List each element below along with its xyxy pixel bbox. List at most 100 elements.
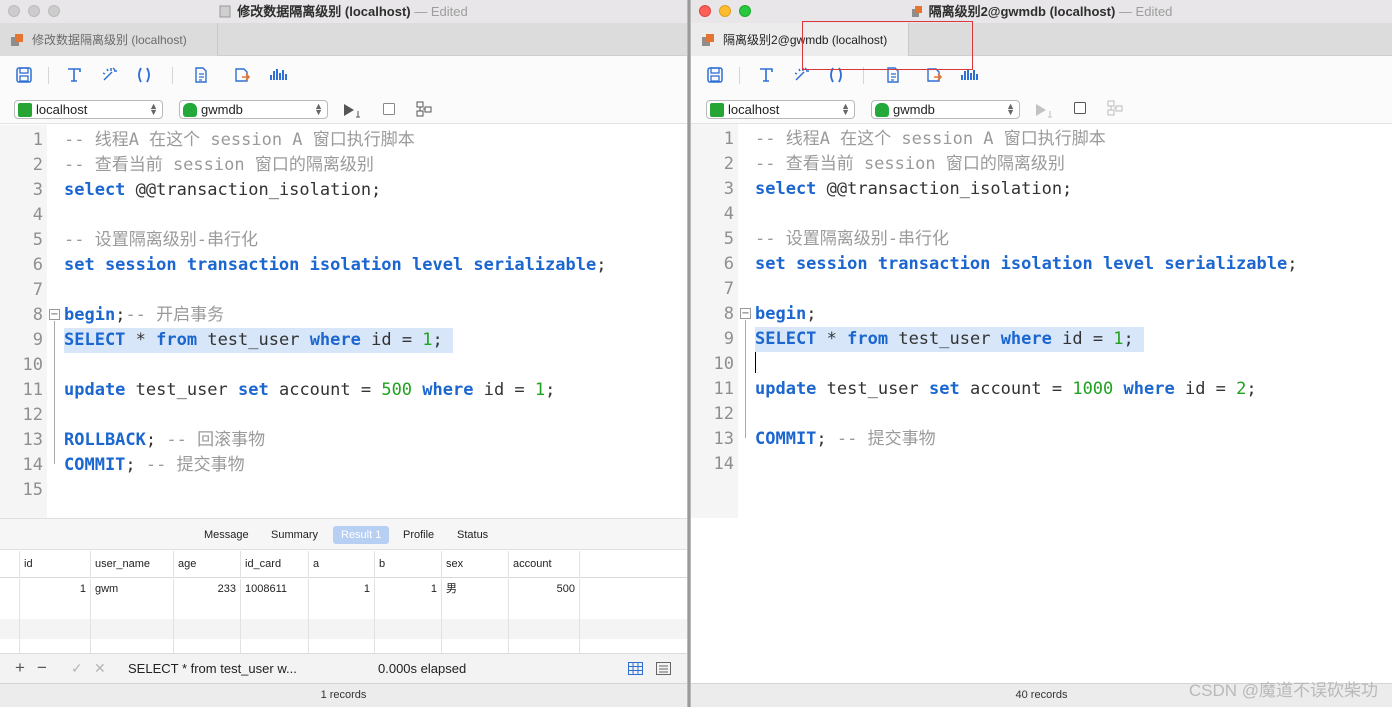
column-header-b[interactable]: b [375, 551, 442, 577]
beautify-wand-icon[interactable] [100, 66, 118, 84]
column-header-age[interactable]: age [174, 551, 241, 577]
save-icon[interactable] [15, 66, 33, 84]
parentheses-icon[interactable] [135, 66, 153, 84]
code-token: ; [145, 430, 167, 450]
line-number: 1 [723, 129, 734, 149]
stop-icon[interactable] [383, 103, 395, 115]
save-icon[interactable] [706, 66, 724, 84]
code-line[interactable]: 9 SELECT * from test_user where id = 1; [691, 327, 1392, 352]
apply-check-icon[interactable]: ✓ [71, 660, 83, 677]
code-line[interactable]: 1 -- 线程A 在这个 session A 窗口执行脚本 [691, 127, 1392, 152]
code-line[interactable]: 10 [691, 352, 1392, 377]
code-token: ; [115, 305, 126, 325]
column-header-account[interactable]: account [509, 551, 580, 577]
sql-editor[interactable]: 1 -- 线程A 在这个 session A 窗口执行脚本 2 -- 查看当前 ses… [0, 125, 687, 518]
sql-editor[interactable]: 1 -- 线程A 在这个 session A 窗口执行脚本 2 -- 查看当前 ses… [691, 124, 1392, 518]
code-line[interactable]: 13 ROLLBACK; -- 回滚事物 [0, 428, 687, 453]
code-line[interactable]: 4 [0, 203, 687, 228]
code-line[interactable]: 12 [0, 403, 687, 428]
format-icon[interactable] [65, 66, 83, 84]
code-line[interactable]: 15 [0, 478, 687, 503]
stop-icon[interactable] [1074, 102, 1086, 114]
line-number: 15 [22, 480, 43, 500]
left-title-bar[interactable]: 修改数据隔离级别 (localhost) — Edited [0, 0, 687, 23]
column-header-sex[interactable]: sex [442, 551, 509, 577]
tab-result-1[interactable]: Result 1 [333, 526, 390, 544]
code-line[interactable]: 14 COMMIT; -- 提交事物 [0, 453, 687, 478]
code-line[interactable]: 6 set session transaction isolation level… [0, 253, 687, 278]
connection-select[interactable]: localhost ▲ ▼ [14, 100, 163, 119]
code-line[interactable]: 7 [691, 277, 1392, 302]
code-line[interactable]: 12 [691, 402, 1392, 427]
column-header-user-name[interactable]: user_name [91, 551, 174, 577]
format-icon[interactable] [757, 66, 775, 84]
grid-view-icon[interactable] [628, 662, 643, 675]
export-icon[interactable] [233, 66, 251, 84]
code-line[interactable]: 8− begin; [691, 302, 1392, 327]
code-line[interactable]: 6 set session transaction isolation level… [691, 252, 1392, 277]
query-tab[interactable]: 修改数据隔离级别 (localhost) [0, 23, 218, 56]
tab-summary[interactable]: Summary [263, 526, 326, 544]
column-header-id-card[interactable]: id_card [241, 551, 309, 577]
chevron-updown-icon: ▲ ▼ [1006, 101, 1015, 117]
code-token: -- 查看当前 session 窗口的隔离级别 [755, 154, 1065, 174]
mysql-connection-icon [710, 102, 724, 117]
discard-x-icon[interactable]: ✕ [94, 660, 106, 677]
explain-chart-icon[interactable] [269, 66, 287, 84]
code-line[interactable]: 2 -- 查看当前 session 窗口的隔离级别 [0, 153, 687, 178]
delete-row-icon[interactable]: − [37, 658, 47, 678]
grid-header: id user_name age id_card a b sex account [0, 551, 687, 578]
schema-icon[interactable] [1107, 100, 1123, 116]
code-line[interactable]: 3 select @@transaction_isolation; [691, 177, 1392, 202]
right-title-bar[interactable]: 隔离级别2@gwmdb (localhost) — Edited [691, 0, 1392, 23]
tab-status[interactable]: Status [449, 526, 496, 544]
close-window-button[interactable] [699, 5, 711, 17]
cell-id[interactable]: 1 [20, 579, 91, 599]
code-line[interactable]: 10 [0, 353, 687, 378]
form-view-icon[interactable] [656, 662, 671, 675]
zoom-window-button[interactable] [739, 5, 751, 17]
schema-icon[interactable] [416, 101, 432, 117]
code-line[interactable]: 5 -- 设置隔离级别-串行化 [691, 227, 1392, 252]
cell-account[interactable]: 500 [509, 579, 580, 599]
column-header-id[interactable]: id [20, 551, 91, 577]
minimize-window-button[interactable] [28, 5, 40, 17]
cell-id-card[interactable]: 1008611 [241, 579, 309, 599]
column-header-a[interactable]: a [309, 551, 375, 577]
add-row-icon[interactable]: + [15, 658, 25, 678]
cell-sex[interactable]: 男 [442, 579, 509, 599]
snippet-icon[interactable] [192, 66, 210, 84]
cell-b[interactable]: 1 [375, 579, 442, 599]
code-line[interactable]: 5 -- 设置隔离级别-串行化 [0, 228, 687, 253]
run-icon[interactable] [1035, 102, 1057, 118]
line-number: 8 [723, 304, 734, 324]
cell-user-name[interactable]: gwm [91, 579, 174, 599]
code-line[interactable]: 9 SELECT * from test_user where id = 1; [0, 328, 687, 353]
code-line[interactable]: 13 COMMIT; -- 提交事物 [691, 427, 1392, 452]
code-line[interactable]: 4 [691, 202, 1392, 227]
database-select[interactable]: gwmdb ▲ ▼ [871, 100, 1020, 119]
code-line[interactable]: 8− begin;-- 开启事务 [0, 303, 687, 328]
code-line[interactable]: 2 -- 查看当前 session 窗口的隔离级别 [691, 152, 1392, 177]
code-token: @@transaction_isolation; [125, 180, 382, 200]
close-window-button[interactable] [8, 5, 20, 17]
connection-select[interactable]: localhost ▲ ▼ [706, 100, 855, 119]
table-row[interactable]: 1 gwm 233 1008611 1 1 男 500 [0, 579, 687, 599]
code-line[interactable]: 11 update test_user set account = 500 whe… [0, 378, 687, 403]
zoom-window-button[interactable] [48, 5, 60, 17]
database-select[interactable]: gwmdb ▲ ▼ [179, 100, 328, 119]
run-icon[interactable] [343, 102, 365, 118]
cell-a[interactable]: 1 [309, 579, 375, 599]
cell-age[interactable]: 233 [174, 579, 241, 599]
code-line[interactable]: 11 update test_user set account = 1000 wh… [691, 377, 1392, 402]
code-line[interactable]: 3 select @@transaction_isolation; [0, 178, 687, 203]
code-line[interactable]: 14 [691, 452, 1392, 477]
chevron-updown-icon: ▲ ▼ [314, 101, 323, 117]
fold-toggle-icon[interactable]: − [49, 309, 60, 320]
tab-profile[interactable]: Profile [395, 526, 442, 544]
code-line[interactable]: 1 -- 线程A 在这个 session A 窗口执行脚本 [0, 128, 687, 153]
fold-toggle-icon[interactable]: − [740, 308, 751, 319]
code-line[interactable]: 7 [0, 278, 687, 303]
minimize-window-button[interactable] [719, 5, 731, 17]
tab-message[interactable]: Message [196, 526, 257, 544]
